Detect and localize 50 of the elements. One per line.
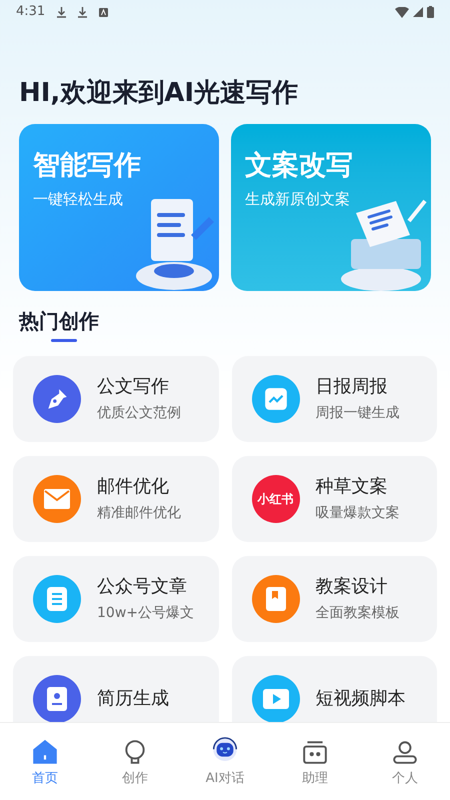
banner-subtitle: 生成新原创文案 — [245, 189, 351, 210]
tool-title: 短视频脚本 — [316, 687, 406, 711]
video-icon — [262, 688, 290, 710]
tool-title: 教案设计 — [316, 574, 388, 598]
nav-tab[interactable]: 首页 — [0, 734, 90, 788]
tool-title: 简历生成 — [97, 687, 169, 711]
wifi-icon — [395, 6, 409, 18]
logo-text: 小红书 — [258, 493, 294, 505]
mail-icon — [43, 488, 71, 510]
banner-title: 智能写作 — [33, 149, 142, 183]
tool-card[interactable]: 公文写作 优质公文范例 — [13, 356, 218, 442]
chart-icon — [262, 386, 288, 412]
battery-icon — [427, 6, 434, 18]
tool-card[interactable]: 简历生成 — [13, 656, 218, 722]
tool-card[interactable]: 日报周报 周报一键生成 — [232, 356, 437, 442]
banner-title: 文案改写 — [245, 149, 354, 183]
tool-subtitle: 精准邮件优化 — [97, 504, 181, 522]
tool-card[interactable]: 教案设计 全面教案模板 — [232, 556, 437, 642]
tool-subtitle: 周报一键生成 — [316, 404, 400, 422]
book-icon — [264, 586, 286, 612]
nav-tab[interactable]: 创作 — [90, 734, 180, 788]
tool-title: 种草文案 — [316, 474, 388, 498]
tool-card[interactable]: 小红书 种草文案 吸量爆款文案 — [232, 456, 437, 542]
tool-subtitle: 全面教案模板 — [316, 604, 400, 622]
document-icon — [46, 586, 68, 612]
tool-card[interactable]: 公众号文章 10w+公号爆文 — [13, 556, 218, 642]
section-title: 热门创作 — [19, 308, 99, 335]
download-icon — [57, 6, 66, 18]
notification-icon — [99, 8, 108, 16]
nav-tab[interactable]: 助理 — [270, 734, 360, 788]
nav-tab[interactable]: AI对话 — [180, 734, 270, 788]
status-time: 4:31 — [16, 3, 46, 22]
tool-title: 公众号文章 — [97, 574, 188, 598]
signal-icon — [413, 7, 423, 17]
nav-tab[interactable]: 个人 — [360, 734, 450, 788]
greeting-title: HI,欢迎来到AI光速写作 — [19, 77, 300, 109]
tool-subtitle: 吸量爆款文案 — [316, 504, 400, 522]
tool-card[interactable]: 短视频脚本 — [232, 656, 437, 722]
person-icon — [392, 738, 418, 764]
home-icon — [32, 738, 58, 764]
tool-title: 公文写作 — [97, 374, 170, 398]
assistant-box-icon — [302, 738, 328, 764]
tool-title: 邮件优化 — [97, 474, 170, 498]
banner-subtitle: 一键轻松生成 — [33, 189, 124, 210]
tool-title: 日报周报 — [316, 374, 388, 398]
profile-card-icon — [46, 686, 68, 712]
tool-card[interactable]: 邮件优化 精准邮件优化 — [13, 456, 218, 542]
tool-subtitle: 10w+公号爆文 — [97, 604, 194, 622]
tool-subtitle: 优质公文范例 — [97, 404, 181, 422]
download-icon — [78, 6, 88, 18]
